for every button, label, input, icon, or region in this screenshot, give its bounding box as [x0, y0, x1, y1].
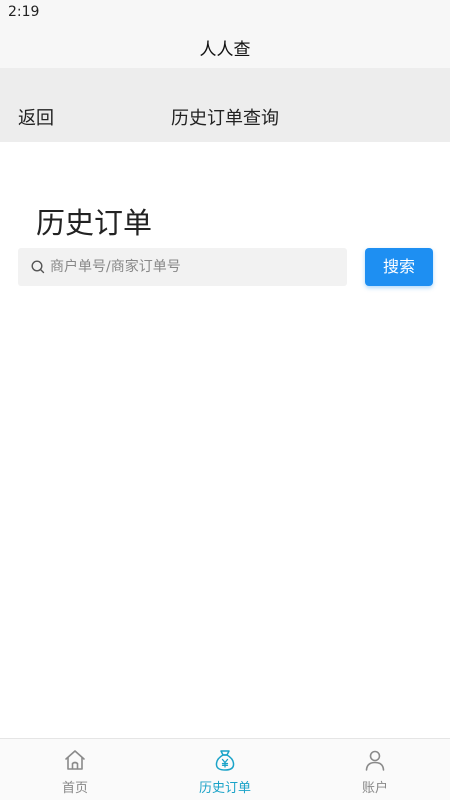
user-icon	[365, 750, 385, 771]
tab-account-label: 账户	[361, 781, 388, 796]
search-button[interactable]: 搜索	[365, 248, 433, 286]
tab-home-label: 首页	[61, 781, 88, 796]
money-bag-icon	[215, 750, 235, 771]
nav-bar: 返回 历史订单查询	[0, 68, 450, 142]
search-box[interactable]	[18, 248, 347, 286]
status-time: 2:19	[8, 4, 40, 20]
tab-bar: 首页 历史订单 账户	[0, 738, 450, 800]
tab-history-orders-label: 历史订单	[198, 781, 251, 796]
status-bar: 2:19	[0, 0, 450, 24]
tab-history-orders[interactable]: 历史订单	[150, 739, 300, 800]
tab-home[interactable]: 首页	[0, 739, 150, 800]
home-icon	[65, 750, 85, 770]
section-heading: 历史订单	[36, 206, 153, 240]
search-icon	[31, 260, 45, 274]
tab-account[interactable]: 账户	[300, 739, 450, 800]
search-input[interactable]	[50, 248, 340, 286]
app-title-bar: 人人查	[0, 24, 450, 68]
page-title: 历史订单查询	[171, 108, 279, 129]
app-title: 人人查	[199, 40, 251, 60]
